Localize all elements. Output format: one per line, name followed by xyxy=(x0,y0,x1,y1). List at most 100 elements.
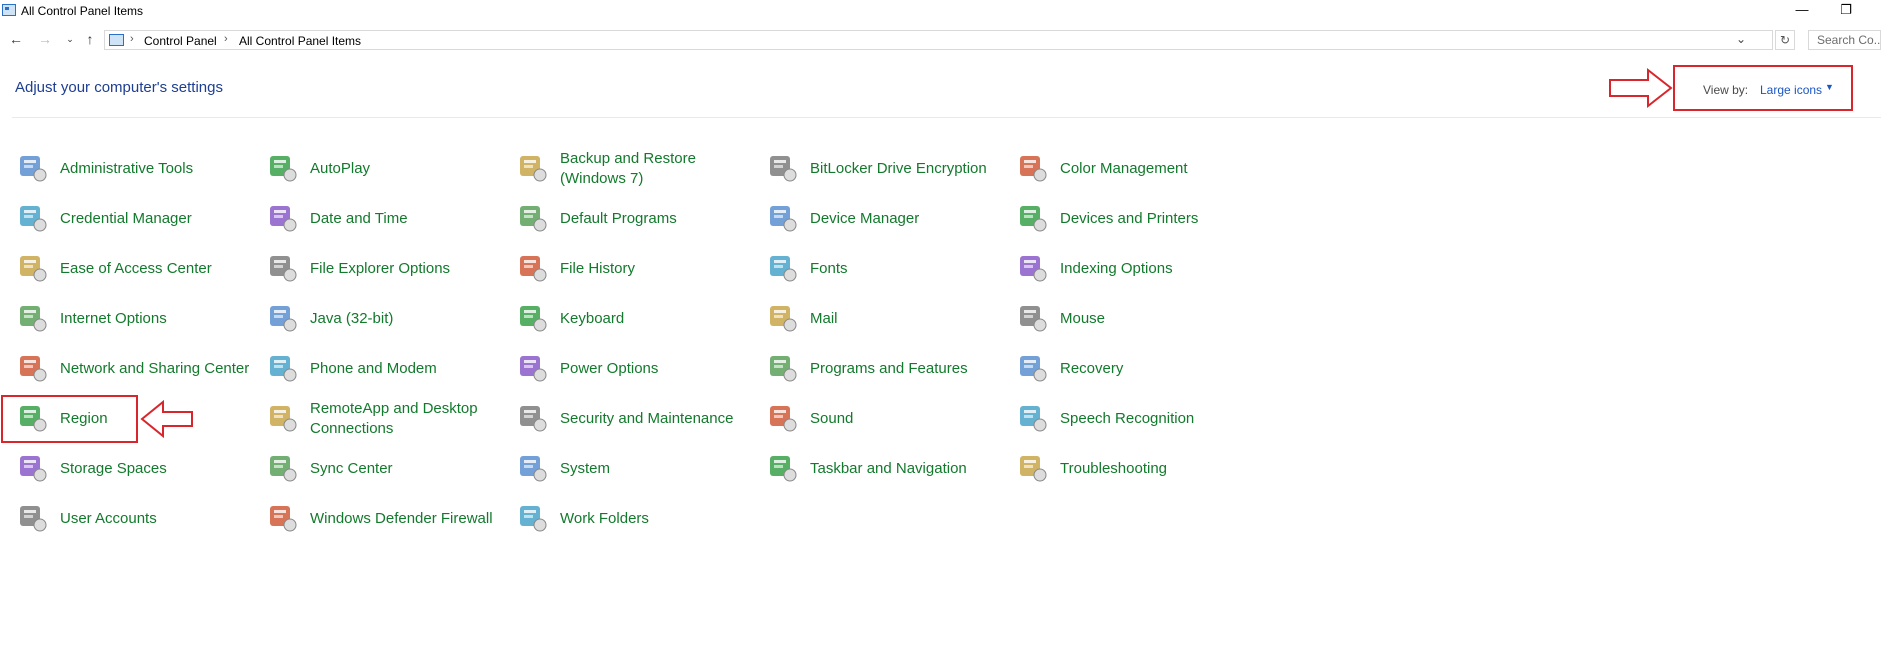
recent-locations-chevron-icon[interactable]: ⌄ xyxy=(61,30,79,48)
address-dropdown-chevron-icon[interactable]: ⌄ xyxy=(1736,32,1746,46)
bitlocker-icon xyxy=(766,151,798,183)
control-panel-item-label: Speech Recognition xyxy=(1060,410,1195,427)
control-panel-icon xyxy=(2,4,16,16)
programs-features-icon xyxy=(766,351,798,383)
breadcrumb-separator-icon: › xyxy=(224,33,228,45)
troubleshooting-icon xyxy=(1016,451,1048,483)
java-icon xyxy=(266,301,298,333)
control-panel-item-label: Power Options xyxy=(560,360,659,377)
control-panel-item-file-history[interactable]: File History xyxy=(516,247,756,291)
address-bar[interactable]: › Control Panel › All Control Panel Item… xyxy=(104,30,1773,50)
control-panel-item-phone-modem[interactable]: Phone and Modem xyxy=(266,347,506,391)
control-panel-item-device-manager[interactable]: Device Manager xyxy=(766,197,1006,241)
back-arrow-icon[interactable]: ← xyxy=(7,30,25,48)
minimize-button[interactable]: — xyxy=(1782,0,1822,22)
mail-icon xyxy=(766,301,798,333)
refresh-icon[interactable]: ↻ xyxy=(1775,30,1795,50)
default-programs-icon xyxy=(516,201,548,233)
control-panel-item-label: Backup and Restore (Windows 7) xyxy=(560,150,696,187)
firewall-icon xyxy=(266,501,298,533)
file-history-icon xyxy=(516,251,548,283)
control-panel-item-label: Mail xyxy=(810,310,838,327)
network-sharing-icon xyxy=(16,351,48,383)
autoplay-icon xyxy=(266,151,298,183)
control-panel-item-label: Storage Spaces xyxy=(60,460,167,477)
devices-printers-icon xyxy=(1016,201,1048,233)
mouse-icon xyxy=(1016,301,1048,333)
control-panel-item-fonts[interactable]: Fonts xyxy=(766,247,1006,291)
control-panel-item-label: AutoPlay xyxy=(310,160,371,177)
control-panel-item-label: Fonts xyxy=(810,260,848,277)
phone-modem-icon xyxy=(266,351,298,383)
system-icon xyxy=(516,451,548,483)
control-panel-item-label: Internet Options xyxy=(60,310,167,327)
control-panel-item-administrative-tools[interactable]: Administrative Tools xyxy=(16,147,256,191)
control-panel-item-system[interactable]: System xyxy=(516,447,756,491)
control-panel-item-firewall[interactable]: Windows Defender Firewall xyxy=(266,497,506,541)
control-panel-item-color-management[interactable]: Color Management xyxy=(1016,147,1256,191)
work-folders-icon xyxy=(516,501,548,533)
control-panel-item-bitlocker[interactable]: BitLocker Drive Encryption xyxy=(766,147,1006,191)
control-panel-item-autoplay[interactable]: AutoPlay xyxy=(266,147,506,191)
control-panel-item-programs-features[interactable]: Programs and Features xyxy=(766,347,1006,391)
taskbar-navigation-icon xyxy=(766,451,798,483)
control-panel-item-remoteapp[interactable]: RemoteApp and Desktop Connections xyxy=(266,397,506,441)
control-panel-item-recovery[interactable]: Recovery xyxy=(1016,347,1256,391)
control-panel-item-keyboard[interactable]: Keyboard xyxy=(516,297,756,341)
control-panel-item-date-time[interactable]: Date and Time xyxy=(266,197,506,241)
control-panel-icon xyxy=(109,34,124,46)
control-panel-item-devices-printers[interactable]: Devices and Printers xyxy=(1016,197,1256,241)
control-panel-item-network-sharing[interactable]: Network and Sharing Center xyxy=(16,347,256,391)
control-panel-item-backup-restore[interactable]: Backup and Restore (Windows 7) xyxy=(516,147,756,191)
control-panel-item-label: Sound xyxy=(810,410,854,427)
control-panel-item-label: Work Folders xyxy=(560,510,649,527)
control-panel-item-sync-center[interactable]: Sync Center xyxy=(266,447,506,491)
remoteapp-icon xyxy=(266,401,298,433)
control-panel-item-java[interactable]: Java (32-bit) xyxy=(266,297,506,341)
internet-options-icon xyxy=(16,301,48,333)
control-panel-item-user-accounts[interactable]: User Accounts xyxy=(16,497,256,541)
restore-button[interactable]: ❐ xyxy=(1826,0,1866,22)
control-panel-item-file-explorer-options[interactable]: File Explorer Options xyxy=(266,247,506,291)
header-divider xyxy=(12,117,1881,118)
ease-of-access-icon xyxy=(16,251,48,283)
control-panel-item-internet-options[interactable]: Internet Options xyxy=(16,297,256,341)
credential-manager-icon xyxy=(16,201,48,233)
control-panel-item-storage-spaces[interactable]: Storage Spaces xyxy=(16,447,256,491)
control-panel-item-power-options[interactable]: Power Options xyxy=(516,347,756,391)
control-panel-item-indexing-options[interactable]: Indexing Options xyxy=(1016,247,1256,291)
control-panel-item-label: User Accounts xyxy=(60,510,157,527)
control-panel-item-label: Default Programs xyxy=(560,210,677,227)
control-panel-item-taskbar-navigation[interactable]: Taskbar and Navigation xyxy=(766,447,1006,491)
title-bar: All Control Panel Items — ❐ xyxy=(0,0,1881,22)
control-panel-item-work-folders[interactable]: Work Folders xyxy=(516,497,756,541)
recovery-icon xyxy=(1016,351,1048,383)
search-input[interactable]: Search Co... xyxy=(1808,30,1881,50)
control-panel-item-label: Ease of Access Center xyxy=(60,260,212,277)
control-panel-item-speech-recognition[interactable]: Speech Recognition xyxy=(1016,397,1256,441)
control-panel-item-mouse[interactable]: Mouse xyxy=(1016,297,1256,341)
window-title: All Control Panel Items xyxy=(21,4,144,18)
control-panel-item-label: Network and Sharing Center xyxy=(60,360,250,377)
storage-spaces-icon xyxy=(16,451,48,483)
control-panel-item-label: Taskbar and Navigation xyxy=(810,460,967,477)
control-panel-item-security-maintenance[interactable]: Security and Maintenance xyxy=(516,397,756,441)
breadcrumb-all-items[interactable]: All Control Panel Items xyxy=(239,34,361,48)
control-panel-item-sound[interactable]: Sound xyxy=(766,397,1006,441)
control-panel-item-label: Recovery xyxy=(1060,360,1124,377)
control-panel-item-default-programs[interactable]: Default Programs xyxy=(516,197,756,241)
file-explorer-options-icon xyxy=(266,251,298,283)
control-panel-item-label: System xyxy=(560,460,611,477)
breadcrumb-control-panel[interactable]: Control Panel xyxy=(144,34,217,48)
security-maintenance-icon xyxy=(516,401,548,433)
control-panel-item-label: Keyboard xyxy=(560,310,625,327)
forward-arrow-icon[interactable]: → xyxy=(36,30,54,48)
up-arrow-icon[interactable]: ↑ xyxy=(81,30,99,48)
control-panel-item-mail[interactable]: Mail xyxy=(766,297,1006,341)
control-panel-item-troubleshooting[interactable]: Troubleshooting xyxy=(1016,447,1256,491)
indexing-options-icon xyxy=(1016,251,1048,283)
annotation-arrow-right-icon xyxy=(1609,67,1673,109)
control-panel-item-ease-of-access[interactable]: Ease of Access Center xyxy=(16,247,256,291)
control-panel-item-credential-manager[interactable]: Credential Manager xyxy=(16,197,256,241)
control-panel-item-label: File History xyxy=(560,260,636,277)
